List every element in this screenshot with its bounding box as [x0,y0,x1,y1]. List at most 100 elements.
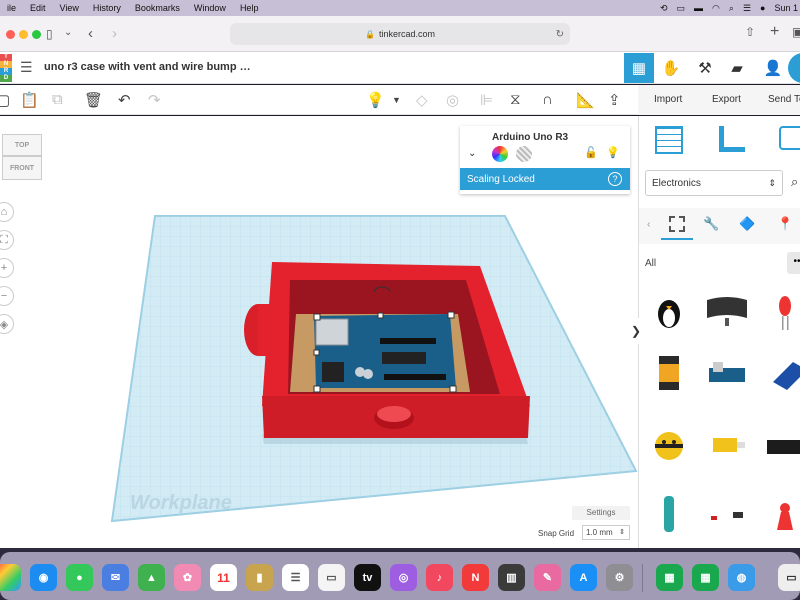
workplane-tool-icon[interactable] [655,126,683,154]
chevron-down-icon[interactable]: ⌄ [64,27,72,38]
bee-part[interactable] [647,422,691,466]
gear-motor-part[interactable] [705,422,749,466]
align-icon[interactable]: ⊫ [480,91,493,109]
network-globe-icon[interactable]: ◍ [728,564,755,591]
launchpad-icon[interactable] [0,564,21,591]
battery-icon[interactable]: ▬ [694,3,703,13]
minimize-window-button[interactable] [19,30,28,39]
podcasts-icon[interactable]: ◎ [390,564,417,591]
menu-file[interactable]: ile [0,3,23,13]
tinker-hand-icon[interactable]: ✋ [656,53,686,83]
magnet-icon[interactable]: ∩ [542,91,553,108]
view-cube[interactable]: TOP FRONT [0,134,44,184]
collapse-panel-button[interactable]: ❯ [630,318,642,344]
pickaxe-icon[interactable]: ⚒ [690,53,720,83]
export-button[interactable]: Export [712,94,741,105]
search-icon[interactable]: ⌕ [729,3,734,14]
time-machine-icon[interactable]: ⟲ [660,3,668,14]
reload-icon[interactable]: ↻ [556,29,564,40]
chevron-left-icon[interactable]: ‹ [647,219,650,230]
category-tab-all[interactable] [661,212,693,240]
menu-bookmarks[interactable]: Bookmarks [128,3,187,13]
contacts-icon[interactable]: ▮ [246,564,273,591]
chevron-down-icon[interactable]: ⌄ [468,148,476,159]
new-tab-icon[interactable]: + [770,23,779,41]
shape-library-select[interactable]: Electronics ⇕ [645,170,783,196]
3d-view-button[interactable]: ▦ [624,53,654,83]
menu-window[interactable]: Window [187,3,233,13]
shape-name[interactable]: Arduino Uno R3 [492,132,568,143]
reminders-icon[interactable]: ☰ [282,564,309,591]
redo-icon[interactable]: ↷ [148,91,161,109]
workplane-canvas[interactable]: Workplane TOP FRONT ⌂ ⛶ + − ◈ ⌄ Arduino … [0,116,638,548]
notes-icon[interactable]: ▭ [318,564,345,591]
solar-panel-part[interactable] [763,350,800,394]
penguin-part[interactable] [647,288,691,332]
duplicate-icon[interactable]: ⧉ [52,91,63,108]
app-store-icon[interactable]: A [570,564,597,591]
copy-icon[interactable]: ▢ [0,91,10,109]
safari-icon[interactable]: ◉ [30,564,57,591]
music-icon[interactable]: ♪ [426,564,453,591]
led-part[interactable] [763,288,800,332]
close-window-button[interactable] [6,30,15,39]
search-icon[interactable]: ⌕ [791,174,798,190]
note-icon[interactable]: ⇪ [608,91,621,109]
control-center-icon[interactable]: ☰ [743,3,751,14]
menu-edit[interactable]: Edit [23,3,53,13]
system-preferences-icon[interactable]: ⚙ [606,564,633,591]
menu-history[interactable]: History [86,3,128,13]
trash-icon[interactable]: 🗑 [84,91,103,109]
wifi-icon[interactable]: ◠ [712,3,720,14]
chevron-down-icon[interactable]: ▼ [392,95,401,105]
back-button[interactable]: ‹ [88,25,93,42]
color-picker-icon[interactable] [492,146,508,162]
buzzer-part[interactable] [763,490,800,534]
help-button[interactable]: ? [608,172,622,186]
display-icon[interactable]: ▭ [677,3,686,14]
apple-tv-icon[interactable]: tv [354,564,381,591]
snap-grid-select[interactable]: 1.0 mm ⇕ [582,525,630,540]
menu-view[interactable]: View [53,3,86,13]
monitor-part[interactable] [705,288,749,332]
address-bar[interactable]: 🔒 tinkercad.com ↻ [230,23,570,45]
photos-icon[interactable]: ✿ [174,564,201,591]
calendar-icon[interactable]: 11 [210,564,237,591]
avatar[interactable] [788,53,800,83]
tinkercad-logo[interactable]: T N R D [0,54,12,82]
design-title[interactable]: uno r3 case with vent and wire bump … [44,61,251,73]
stocks-icon[interactable]: ▥ [498,564,525,591]
import-button[interactable]: Import [654,94,682,105]
category-tab-components[interactable]: 🔧 [703,216,719,232]
tab-overview-icon[interactable]: ▣ [792,25,800,39]
group-icon[interactable]: ◇ [416,91,428,109]
ruler-icon[interactable]: 📐 [576,91,595,109]
numbers-doc-icon[interactable]: ▦ [692,564,719,591]
category-tab-leds[interactable]: 📍 [777,216,793,232]
light-bulb-icon[interactable]: 💡 [366,91,385,109]
finder-window-icon[interactable]: ▭ [778,564,800,591]
numbers-icon[interactable]: ▦ [656,564,683,591]
undo-icon[interactable]: ↶ [118,91,131,109]
add-user-icon[interactable]: 👤 [758,53,788,83]
view-cube-top[interactable]: TOP [2,134,42,156]
mail-icon[interactable]: ✉ [102,564,129,591]
maps-icon[interactable]: ▲ [138,564,165,591]
ungroup-icon[interactable]: ◎ [446,91,459,109]
menu-clock[interactable]: Sun 1 [774,3,798,13]
news-icon[interactable]: N [462,564,489,591]
list-icon[interactable]: ☰ [20,59,33,76]
sidebar-icon[interactable]: ▯ [46,27,53,41]
breadboard-mini-part[interactable] [705,350,749,394]
lcd-module-part[interactable] [763,422,800,466]
zoom-window-button[interactable] [32,30,41,39]
hole-icon[interactable] [516,146,532,162]
menu-help[interactable]: Help [233,3,266,13]
cylinder-cell-part[interactable] [647,490,691,534]
forward-button[interactable]: › [112,25,117,42]
notes-tool-icon[interactable] [779,126,800,150]
briefcase-icon[interactable]: ▰ [722,53,752,83]
paste-icon[interactable]: 📋 [20,91,39,109]
more-options-button[interactable]: •• [787,252,800,274]
send-to-button[interactable]: Send To [768,94,800,105]
